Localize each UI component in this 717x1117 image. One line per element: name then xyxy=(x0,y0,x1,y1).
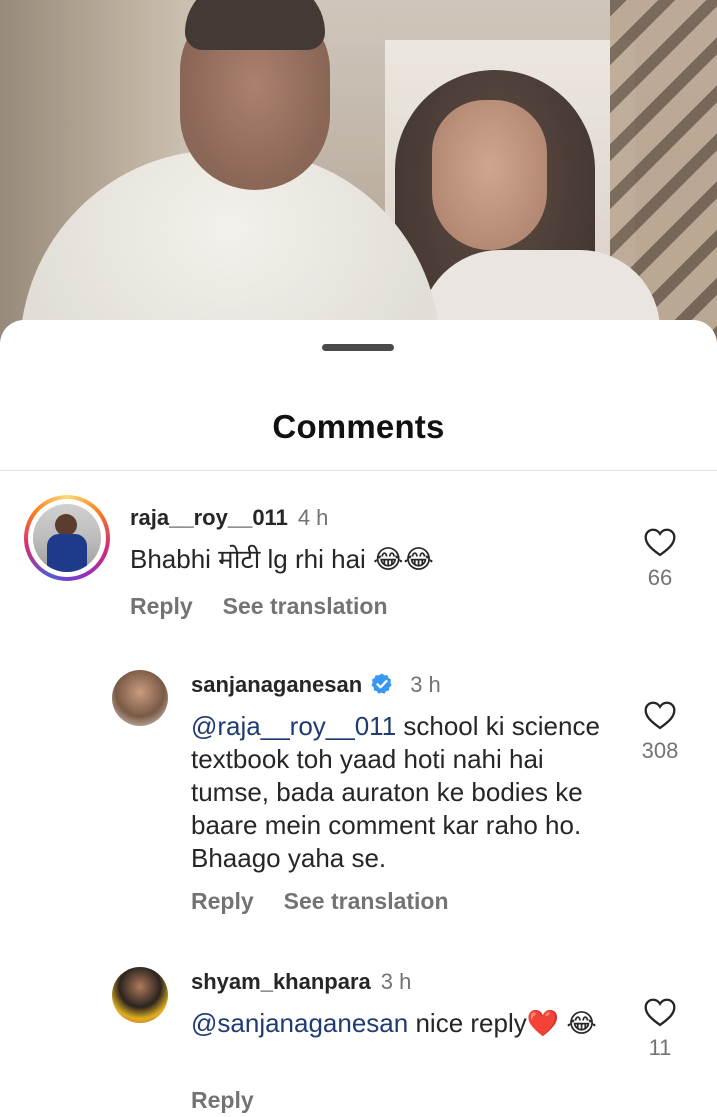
see-translation-button[interactable]: See translation xyxy=(284,888,449,915)
mention-link[interactable]: @raja__roy__011 xyxy=(191,711,396,741)
like-button[interactable]: 308 xyxy=(630,700,690,764)
like-count: 66 xyxy=(647,565,673,590)
reply-button[interactable]: Reply xyxy=(191,888,254,915)
mention-link[interactable]: @sanjanaganesan xyxy=(191,1008,408,1038)
comment-time: 3 h xyxy=(380,969,412,994)
comment-username[interactable]: raja__roy__011 xyxy=(130,505,288,530)
heart-icon xyxy=(644,998,676,1027)
comment-username[interactable]: sanjanaganesan xyxy=(191,672,362,697)
like-count: 308 xyxy=(641,738,679,763)
comments-sheet: Comments raja__roy__011 4 h Bhabhi मोटी l… xyxy=(0,320,717,1117)
reply-button[interactable]: Reply xyxy=(191,1087,254,1114)
like-count: 11 xyxy=(648,1035,672,1060)
heart-icon xyxy=(644,528,676,557)
like-button[interactable]: 11 xyxy=(630,997,690,1061)
sheet-title: Comments xyxy=(272,408,445,445)
drag-handle[interactable] xyxy=(322,344,394,351)
divider xyxy=(0,470,717,471)
video-background xyxy=(0,0,717,345)
comment-text: @raja__roy__011 school ki science textbo… xyxy=(191,711,600,873)
comment-time: 3 h xyxy=(410,672,441,697)
verified-badge-icon xyxy=(371,673,392,694)
see-translation-button[interactable]: See translation xyxy=(223,593,388,620)
comment-time: 4 h xyxy=(297,505,329,530)
like-button[interactable]: 66 xyxy=(630,527,690,591)
comment-username[interactable]: shyam_khanpara xyxy=(191,969,371,994)
heart-icon xyxy=(644,701,676,730)
avatar[interactable] xyxy=(112,967,168,1023)
comment-text: Bhabhi मोटी lg rhi hai 😂😂 xyxy=(130,544,434,574)
avatar[interactable] xyxy=(24,495,110,581)
comment-text: @sanjanaganesan nice reply❤️ 😂 xyxy=(191,1008,597,1038)
reply-button[interactable]: Reply xyxy=(130,593,193,620)
avatar[interactable] xyxy=(112,670,168,726)
